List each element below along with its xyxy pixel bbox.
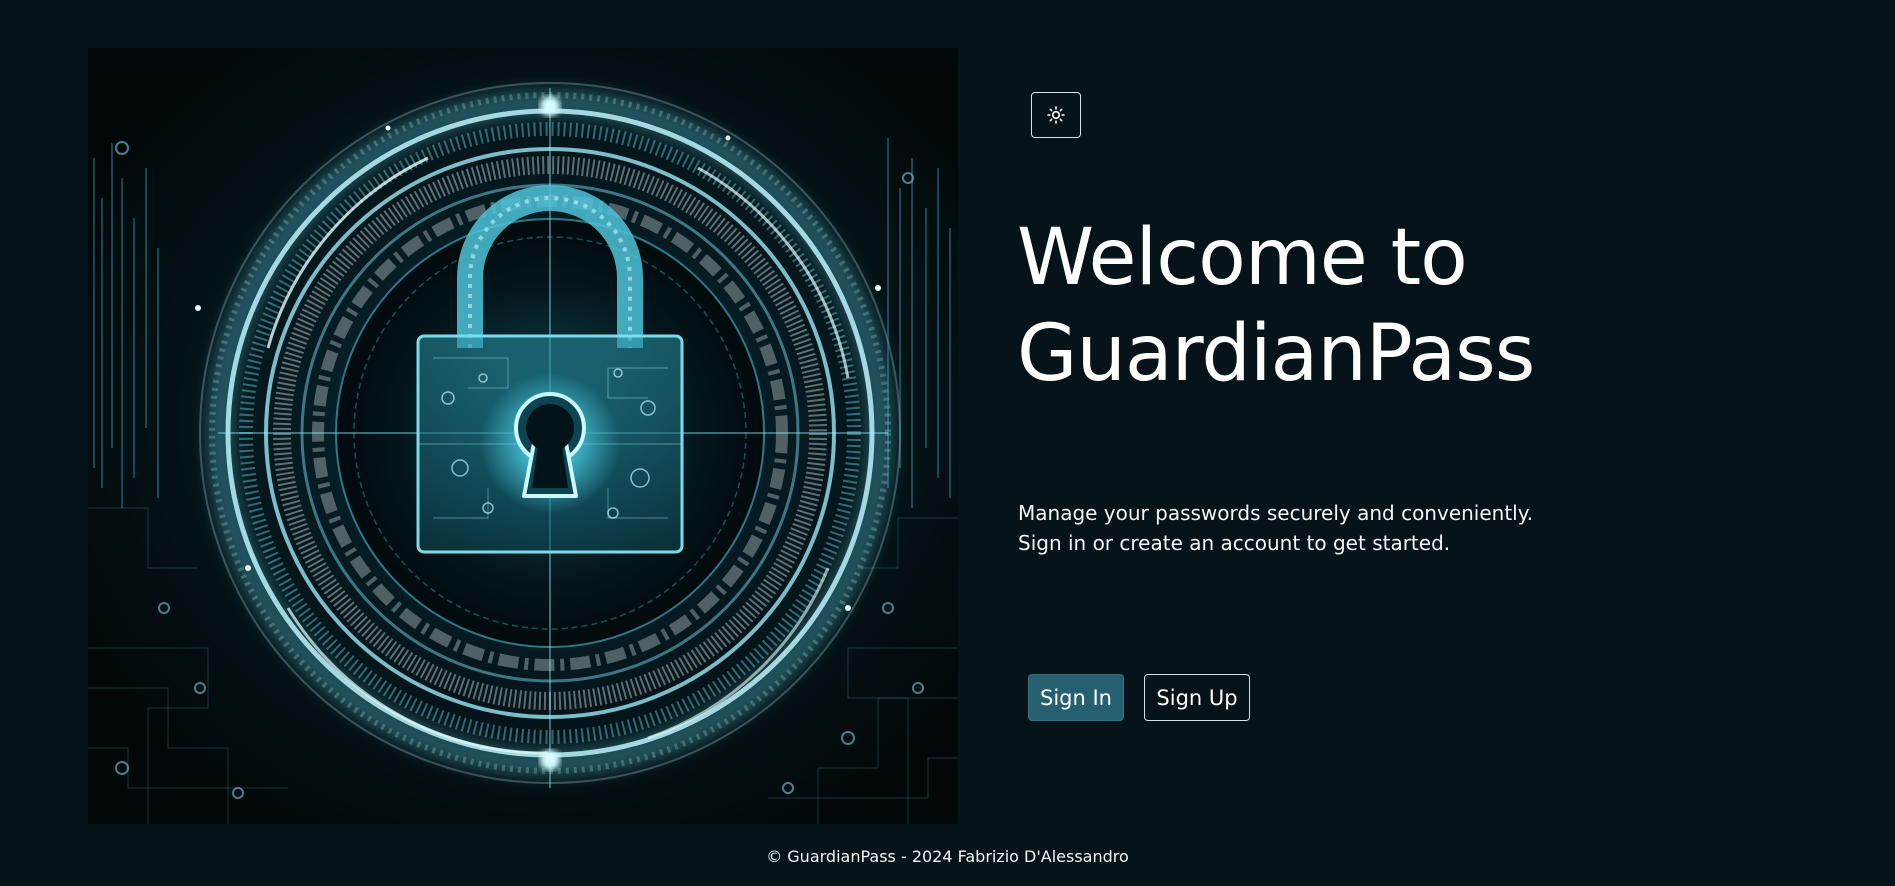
footer-copyright: © GuardianPass - 2024 Fabrizio D'Alessan… <box>766 847 1129 866</box>
hero-padlock-image <box>88 48 958 824</box>
padlock-illustration <box>88 48 958 824</box>
sign-up-button[interactable]: Sign Up <box>1144 674 1250 721</box>
headline-line-1: Welcome to <box>1017 213 1468 303</box>
tagline-line-1: Manage your passwords securely and conve… <box>1018 501 1534 525</box>
tagline-line-2: Sign in or create an account to get star… <box>1018 531 1451 555</box>
welcome-headline: Welcome to GuardianPass <box>1017 210 1837 402</box>
sign-in-button[interactable]: Sign In <box>1028 674 1124 721</box>
sun-icon <box>1047 106 1065 124</box>
tagline: Manage your passwords securely and conve… <box>1018 498 1718 558</box>
theme-toggle-button[interactable] <box>1031 92 1081 138</box>
welcome-page: Welcome to GuardianPass Manage your pass… <box>0 0 1895 886</box>
headline-line-2: GuardianPass <box>1017 309 1535 399</box>
